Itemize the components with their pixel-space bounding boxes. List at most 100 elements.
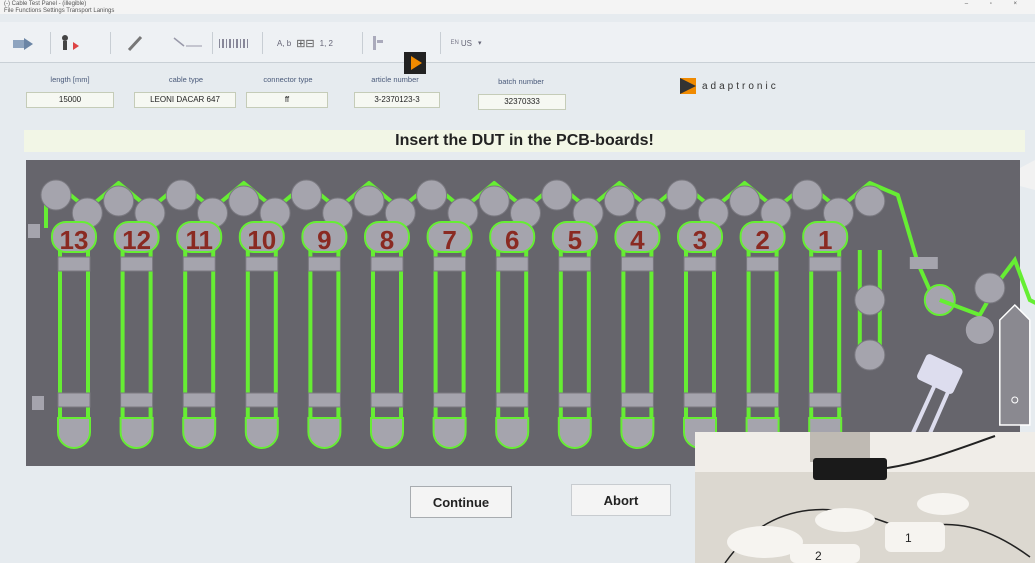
- slot-clip: [245, 256, 279, 272]
- language-selector[interactable]: EN US ▾: [440, 32, 491, 54]
- pcb-board-diagram: 13 12 11 10 9 8 7 6 5 4 3 2 1: [26, 160, 1035, 466]
- slot-clip: [307, 392, 341, 408]
- connector-holder: [999, 303, 1031, 426]
- side-clip: [28, 224, 40, 238]
- slot-number-label: 13: [60, 225, 89, 255]
- right-clip: [909, 257, 938, 269]
- chevron-down-icon: ▾: [477, 40, 482, 47]
- menu-bar[interactable]: File Functions Settings Transport Laning…: [4, 8, 114, 14]
- top-pulley: [165, 179, 197, 211]
- article-number-value: 3-2370123-3: [354, 92, 440, 108]
- right-pulley: [854, 284, 886, 316]
- continue-button[interactable]: Continue: [410, 486, 512, 518]
- slot-clip: [495, 256, 529, 272]
- article-number-label: article number: [371, 75, 419, 84]
- slot-number-label: 11: [185, 225, 213, 255]
- tree-icon: ⊞⊟: [296, 37, 315, 50]
- slot-clip: [683, 392, 717, 408]
- slot-clip: [746, 256, 780, 272]
- slot-number-label: 8: [380, 225, 394, 255]
- top-pulley: [854, 185, 886, 217]
- slot-clip: [370, 392, 404, 408]
- slot-clip: [182, 392, 216, 408]
- slot-number-label: 7: [442, 225, 456, 255]
- photo-label-2: 2: [815, 549, 822, 563]
- slot-clip: [620, 256, 654, 272]
- camera-photo-inset: 2 1: [695, 432, 1035, 563]
- barcode-icon[interactable]: [212, 32, 257, 54]
- slot-clip: [57, 256, 91, 272]
- side-clip: [32, 396, 44, 410]
- abort-button[interactable]: Abort: [571, 484, 671, 516]
- slot-number-label: 10: [247, 225, 276, 255]
- logo-text: adaptronic: [702, 80, 779, 92]
- slot-number-label: 12: [122, 225, 151, 255]
- slot-clip: [433, 256, 467, 272]
- batch-number-label: batch number: [498, 77, 544, 86]
- top-pulley: [40, 179, 72, 211]
- slot-clip: [120, 256, 154, 272]
- toolbar: A, b ⊞⊟ 1, 2 EN US ▾: [0, 22, 1035, 74]
- line-tool-icon[interactable]: [170, 32, 206, 54]
- cable-info-panel: length [mm] 15000 cable type LEONI DACAR…: [0, 68, 1035, 118]
- slot-clip: [370, 256, 404, 272]
- slot-bottom-pulley: [57, 417, 91, 449]
- slot-clip: [182, 256, 216, 272]
- language-value: US: [460, 38, 472, 48]
- text-labels-label: A, b: [276, 38, 292, 48]
- connector-type-label: connector type: [263, 75, 313, 84]
- slot-number-label: 3: [693, 225, 707, 255]
- window-controls[interactable]: – ▫ ×: [965, 1, 1027, 7]
- person-move-icon[interactable]: [50, 32, 99, 54]
- top-pulley: [290, 179, 322, 211]
- slot-bottom-pulley: [370, 417, 404, 449]
- slot-bottom-pulley: [244, 417, 279, 449]
- window-titlebar: (-) Cable Test Panel - (illegible) File …: [0, 0, 1035, 14]
- cable-type-label: cable type: [168, 75, 204, 84]
- company-logo: adaptronic: [680, 78, 779, 94]
- logo-mark-icon: [680, 78, 696, 94]
- right-pulley: [965, 316, 994, 344]
- length-value: 15000: [26, 92, 114, 108]
- slot-number-label: 4: [630, 225, 645, 255]
- slot-clip: [245, 392, 279, 408]
- right-pulley: [974, 272, 1006, 304]
- slot-clip: [558, 256, 592, 272]
- slot-number-label: 9: [317, 225, 331, 255]
- top-pulley: [541, 179, 573, 211]
- slot-clip: [620, 392, 654, 408]
- slot-clip: [558, 392, 592, 408]
- top-pulley: [603, 185, 635, 217]
- slot-clip: [120, 392, 154, 408]
- slot-bottom-pulley: [119, 417, 154, 449]
- slot-bottom-pulley: [495, 417, 530, 449]
- slot-clip: [307, 256, 341, 272]
- connector-type-value: ff: [246, 92, 328, 108]
- window-title: (-) Cable Test Panel - (illegible): [4, 1, 87, 7]
- numbers-label: 1, 2: [319, 38, 333, 48]
- top-pulley: [103, 185, 135, 217]
- slot-bottom-pulley: [307, 417, 342, 449]
- photo-label-1: 1: [905, 531, 912, 545]
- cable-type-value: LEONI DACAR 647: [134, 92, 236, 108]
- open-icon[interactable]: [10, 32, 36, 54]
- top-pulley: [353, 185, 385, 217]
- text-labels-tool[interactable]: A, b ⊞⊟ 1, 2: [262, 32, 347, 54]
- top-pulley: [666, 179, 698, 211]
- slot-bottom-pulley: [432, 417, 467, 449]
- instruction-banner: Insert the DUT in the PCB-boards!: [24, 130, 1025, 152]
- slot-clip: [683, 256, 717, 272]
- layout-icon[interactable]: [362, 32, 393, 54]
- slot-bottom-pulley: [182, 417, 217, 449]
- right-pulley: [854, 339, 886, 371]
- slot-number-label: 1: [818, 225, 832, 255]
- slot-bottom-pulley: [557, 417, 592, 449]
- slot-number-label: 2: [755, 225, 769, 255]
- slot-clip: [433, 392, 467, 408]
- language-prefix: EN: [450, 40, 459, 46]
- top-pulley: [729, 185, 761, 217]
- top-pulley: [228, 185, 260, 217]
- pen-icon[interactable]: [110, 32, 159, 54]
- top-pulley: [791, 179, 823, 211]
- slot-clip: [57, 392, 91, 408]
